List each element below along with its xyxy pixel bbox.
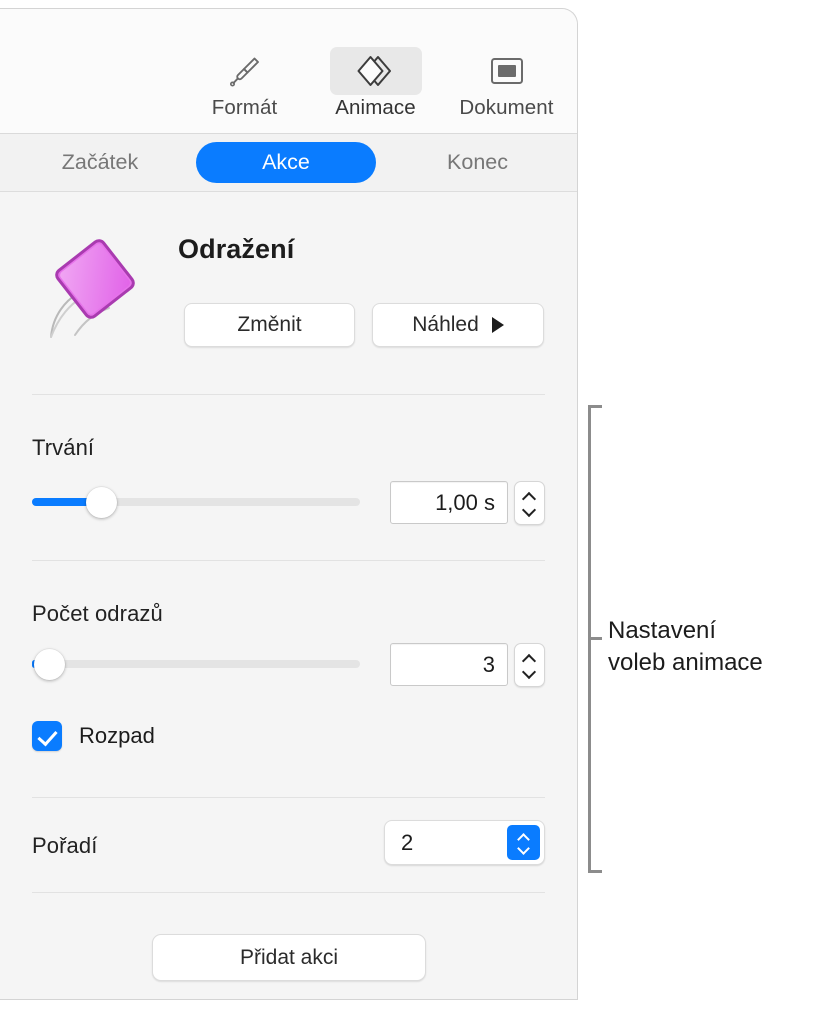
order-label: Pořadí: [32, 833, 98, 858]
duration-stepper[interactable]: [514, 481, 545, 525]
bounces-slider-track[interactable]: [32, 660, 360, 668]
duration-slider-thumb[interactable]: [85, 487, 117, 518]
inspector-top-tabbar: Formát Animace Dokument: [0, 9, 577, 134]
bounces-input[interactable]: 3: [390, 643, 508, 686]
document-icon: [461, 47, 553, 95]
up-down-chevrons-icon[interactable]: [507, 825, 540, 860]
inspector-panel: Formát Animace Dokument Začátek Akce Kon…: [0, 8, 578, 1000]
chevron-down-icon[interactable]: [523, 668, 536, 676]
divider-1: [32, 394, 545, 395]
bounces-slider-thumb[interactable]: [34, 649, 66, 680]
preview-button-label: Náhled: [412, 313, 479, 336]
add-action-button[interactable]: Přidat akci: [152, 934, 426, 981]
order-value: 2: [401, 829, 414, 855]
inspector-content: Odražení Změnit Náhled Trvání 1,00 s Poč…: [0, 192, 577, 999]
callout-label: Nastavení voleb animace: [608, 615, 808, 679]
paintbrush-icon: [199, 47, 291, 95]
checkmark-icon[interactable]: [32, 721, 62, 751]
decay-checkbox-row[interactable]: Rozpad: [32, 721, 155, 751]
top-tab-animate-label: Animace: [335, 96, 416, 119]
bouncing-square-icon: [33, 232, 155, 354]
top-tab-animate[interactable]: Animace: [313, 47, 438, 120]
chevron-up-icon[interactable]: [523, 493, 536, 501]
chevron-up-icon[interactable]: [523, 655, 536, 663]
duration-label: Trvání: [32, 435, 95, 460]
callout-tick: [589, 637, 602, 640]
duration-slider[interactable]: [32, 487, 360, 518]
screenshot-root: Formát Animace Dokument Začátek Akce Kon…: [0, 0, 814, 1019]
divider-3: [32, 797, 545, 798]
divider-2: [32, 560, 545, 561]
play-triangle-icon: [491, 317, 504, 333]
callout-line-1: Nastavení: [608, 617, 717, 644]
tab-konec[interactable]: Konec: [420, 150, 535, 175]
top-tab-document-label: Dokument: [459, 96, 554, 119]
animation-stage-tabs: Začátek Akce Konec: [0, 134, 577, 192]
bounces-label: Počet odrazů: [32, 601, 163, 626]
tab-zacatek[interactable]: Začátek: [40, 150, 160, 175]
top-tab-format[interactable]: Formát: [182, 47, 307, 120]
chevron-down-icon[interactable]: [523, 506, 536, 514]
top-tab-document[interactable]: Dokument: [444, 47, 569, 120]
animate-diamonds-icon: [329, 47, 422, 95]
order-select[interactable]: 2: [384, 820, 545, 865]
preview-button[interactable]: Náhled: [372, 303, 544, 347]
effect-name: Odražení: [178, 234, 295, 264]
top-tab-format-label: Formát: [211, 96, 278, 119]
decay-label: Rozpad: [79, 723, 155, 748]
tab-akce[interactable]: Akce: [196, 142, 376, 183]
callout-line-2: voleb animace: [608, 649, 763, 676]
duration-input[interactable]: 1,00 s: [390, 481, 508, 524]
change-effect-button[interactable]: Změnit: [184, 303, 355, 347]
bounces-stepper[interactable]: [514, 643, 545, 687]
bounces-slider[interactable]: [32, 649, 360, 680]
divider-4: [32, 892, 545, 893]
